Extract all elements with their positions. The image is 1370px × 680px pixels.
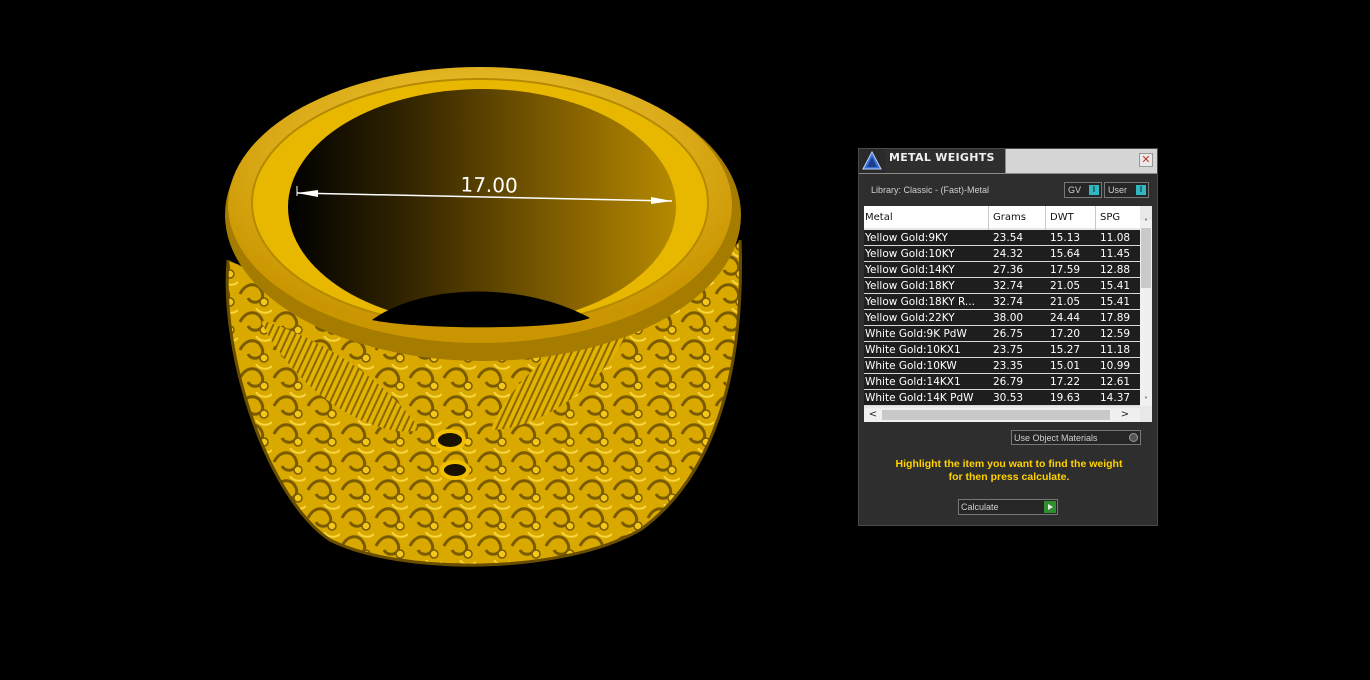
3d-viewport[interactable]: 17.00: [0, 0, 840, 680]
column-header-metal[interactable]: Metal: [865, 212, 893, 223]
scroll-down-icon[interactable]: ˅: [1140, 396, 1152, 406]
cell-spg: 15.41: [1100, 280, 1131, 292]
cell-metal: White Gold:14KX1: [865, 376, 961, 388]
cell-spg: 14.37: [1100, 392, 1131, 404]
horizontal-scrollbar[interactable]: < >: [864, 408, 1140, 422]
user-toggle-label: User: [1108, 185, 1128, 195]
panel-titlebar[interactable]: METAL WEIGHTS ✕: [859, 149, 1157, 174]
cell-dwt: 15.27: [1050, 344, 1081, 356]
cell-spg: 15.41: [1100, 296, 1131, 308]
cell-metal: White Gold:10KX1: [865, 344, 961, 356]
table-row[interactable]: Yellow Gold:9KY 23.54 15.13 11.08: [864, 230, 1140, 246]
table-row[interactable]: Yellow Gold:22KY 38.00 24.44 17.89: [864, 310, 1140, 326]
app-logo-icon: [859, 149, 885, 173]
use-object-materials-label: Use Object Materials: [1014, 433, 1098, 443]
radio-icon: [1129, 433, 1138, 442]
cell-grams: 30.53: [993, 392, 1024, 404]
table-row[interactable]: White Gold:14K PdW 30.53 19.63 14.37: [864, 390, 1140, 406]
cell-spg: 11.08: [1100, 232, 1131, 244]
cell-grams: 27.36: [993, 264, 1024, 276]
hint-line-1: Highlight the item you want to find the …: [895, 458, 1123, 470]
cell-grams: 24.32: [993, 248, 1024, 260]
cell-metal: White Gold:9K PdW: [865, 328, 967, 340]
gv-toggle-knob: I: [1089, 185, 1099, 195]
cell-dwt: 21.05: [1050, 280, 1081, 292]
table-row[interactable]: Yellow Gold:10KY 24.32 15.64 11.45: [864, 246, 1140, 262]
scroll-right-icon[interactable]: >: [1118, 408, 1132, 422]
cell-metal: Yellow Gold:10KY: [865, 248, 955, 260]
table-row[interactable]: Yellow Gold:14KY 27.36 17.59 12.88: [864, 262, 1140, 278]
gv-toggle[interactable]: GV I: [1064, 182, 1102, 198]
cell-metal: White Gold:14K PdW: [865, 392, 974, 404]
cell-metal: Yellow Gold:22KY: [865, 312, 955, 324]
table-row[interactable]: Yellow Gold:18KY R... 32.74 21.05 15.41: [864, 294, 1140, 310]
column-header-dwt[interactable]: DWT: [1050, 212, 1074, 223]
cell-spg: 12.88: [1100, 264, 1131, 276]
metal-weights-panel: METAL WEIGHTS ✕ Library: Classic - (Fast…: [858, 148, 1158, 526]
hint-line-2: for then press calculate.: [948, 471, 1070, 483]
metal-table: Metal Grams DWT SPG Yellow Gold:9KY 23.54…: [864, 206, 1152, 422]
play-icon: [1044, 501, 1056, 513]
dimension-label: 17.00: [460, 172, 518, 197]
calculate-label: Calculate: [961, 502, 999, 512]
cell-spg: 10.99: [1100, 360, 1131, 372]
table-header: Metal Grams DWT SPG: [864, 206, 1140, 228]
cell-grams: 23.35: [993, 360, 1024, 372]
user-toggle-knob: I: [1136, 185, 1146, 195]
cell-spg: 17.89: [1100, 312, 1131, 324]
panel-title: METAL WEIGHTS: [889, 151, 995, 164]
scroll-up-icon[interactable]: ˄: [1140, 218, 1152, 228]
ring-render: 17.00: [225, 67, 742, 567]
table-row[interactable]: White Gold:14KX1 26.79 17.22 12.61: [864, 374, 1140, 390]
table-row[interactable]: White Gold:10KW 23.35 15.01 10.99: [864, 358, 1140, 374]
cell-spg: 11.18: [1100, 344, 1131, 356]
cell-grams: 32.74: [993, 296, 1024, 308]
close-icon[interactable]: ✕: [1139, 153, 1153, 167]
cell-spg: 12.59: [1100, 328, 1131, 340]
title-tab: METAL WEIGHTS: [885, 149, 1006, 173]
cell-dwt: 24.44: [1050, 312, 1081, 324]
gv-toggle-label: GV: [1068, 185, 1082, 195]
cell-grams: 38.00: [993, 312, 1024, 324]
cell-grams: 32.74: [993, 280, 1024, 292]
use-object-materials-toggle[interactable]: Use Object Materials: [1011, 430, 1141, 445]
cell-spg: 11.45: [1100, 248, 1131, 260]
cell-metal: Yellow Gold:9KY: [865, 232, 948, 244]
cell-dwt: 15.01: [1050, 360, 1081, 372]
cell-dwt: 17.20: [1050, 328, 1081, 340]
library-label: Library: Classic - (Fast)-Metal: [871, 185, 990, 195]
user-toggle[interactable]: User I: [1104, 182, 1149, 198]
column-header-spg[interactable]: SPG: [1100, 212, 1120, 223]
cell-dwt: 15.64: [1050, 248, 1081, 260]
cell-metal: Yellow Gold:18KY: [865, 280, 955, 292]
cell-dwt: 21.05: [1050, 296, 1081, 308]
cell-spg: 12.61: [1100, 376, 1131, 388]
vertical-scrollbar[interactable]: ˄ ˅: [1140, 218, 1152, 406]
vertical-scroll-thumb[interactable]: [1141, 228, 1151, 288]
cell-grams: 23.75: [993, 344, 1024, 356]
column-header-grams[interactable]: Grams: [993, 212, 1026, 223]
table-row[interactable]: White Gold:9K PdW 26.75 17.20 12.59: [864, 326, 1140, 342]
horizontal-scroll-thumb[interactable]: [882, 410, 1110, 420]
calculate-button[interactable]: Calculate: [958, 499, 1058, 515]
cell-metal: White Gold:10KW: [865, 360, 957, 372]
table-body: Yellow Gold:9KY 23.54 15.13 11.08 Yellow Gol…: [864, 230, 1140, 406]
table-row[interactable]: White Gold:10KX1 23.75 15.27 11.18: [864, 342, 1140, 358]
cell-metal: Yellow Gold:18KY R...: [865, 296, 975, 308]
cell-dwt: 15.13: [1050, 232, 1081, 244]
cell-dwt: 17.59: [1050, 264, 1081, 276]
table-row[interactable]: Yellow Gold:18KY 32.74 21.05 15.41: [864, 278, 1140, 294]
cell-grams: 26.79: [993, 376, 1024, 388]
cell-dwt: 17.22: [1050, 376, 1081, 388]
cell-metal: Yellow Gold:14KY: [865, 264, 955, 276]
cell-dwt: 19.63: [1050, 392, 1081, 404]
cell-grams: 26.75: [993, 328, 1024, 340]
scroll-left-icon[interactable]: <: [866, 408, 880, 422]
hint-text: Highlight the item you want to find the …: [869, 458, 1149, 484]
cell-grams: 23.54: [993, 232, 1024, 244]
